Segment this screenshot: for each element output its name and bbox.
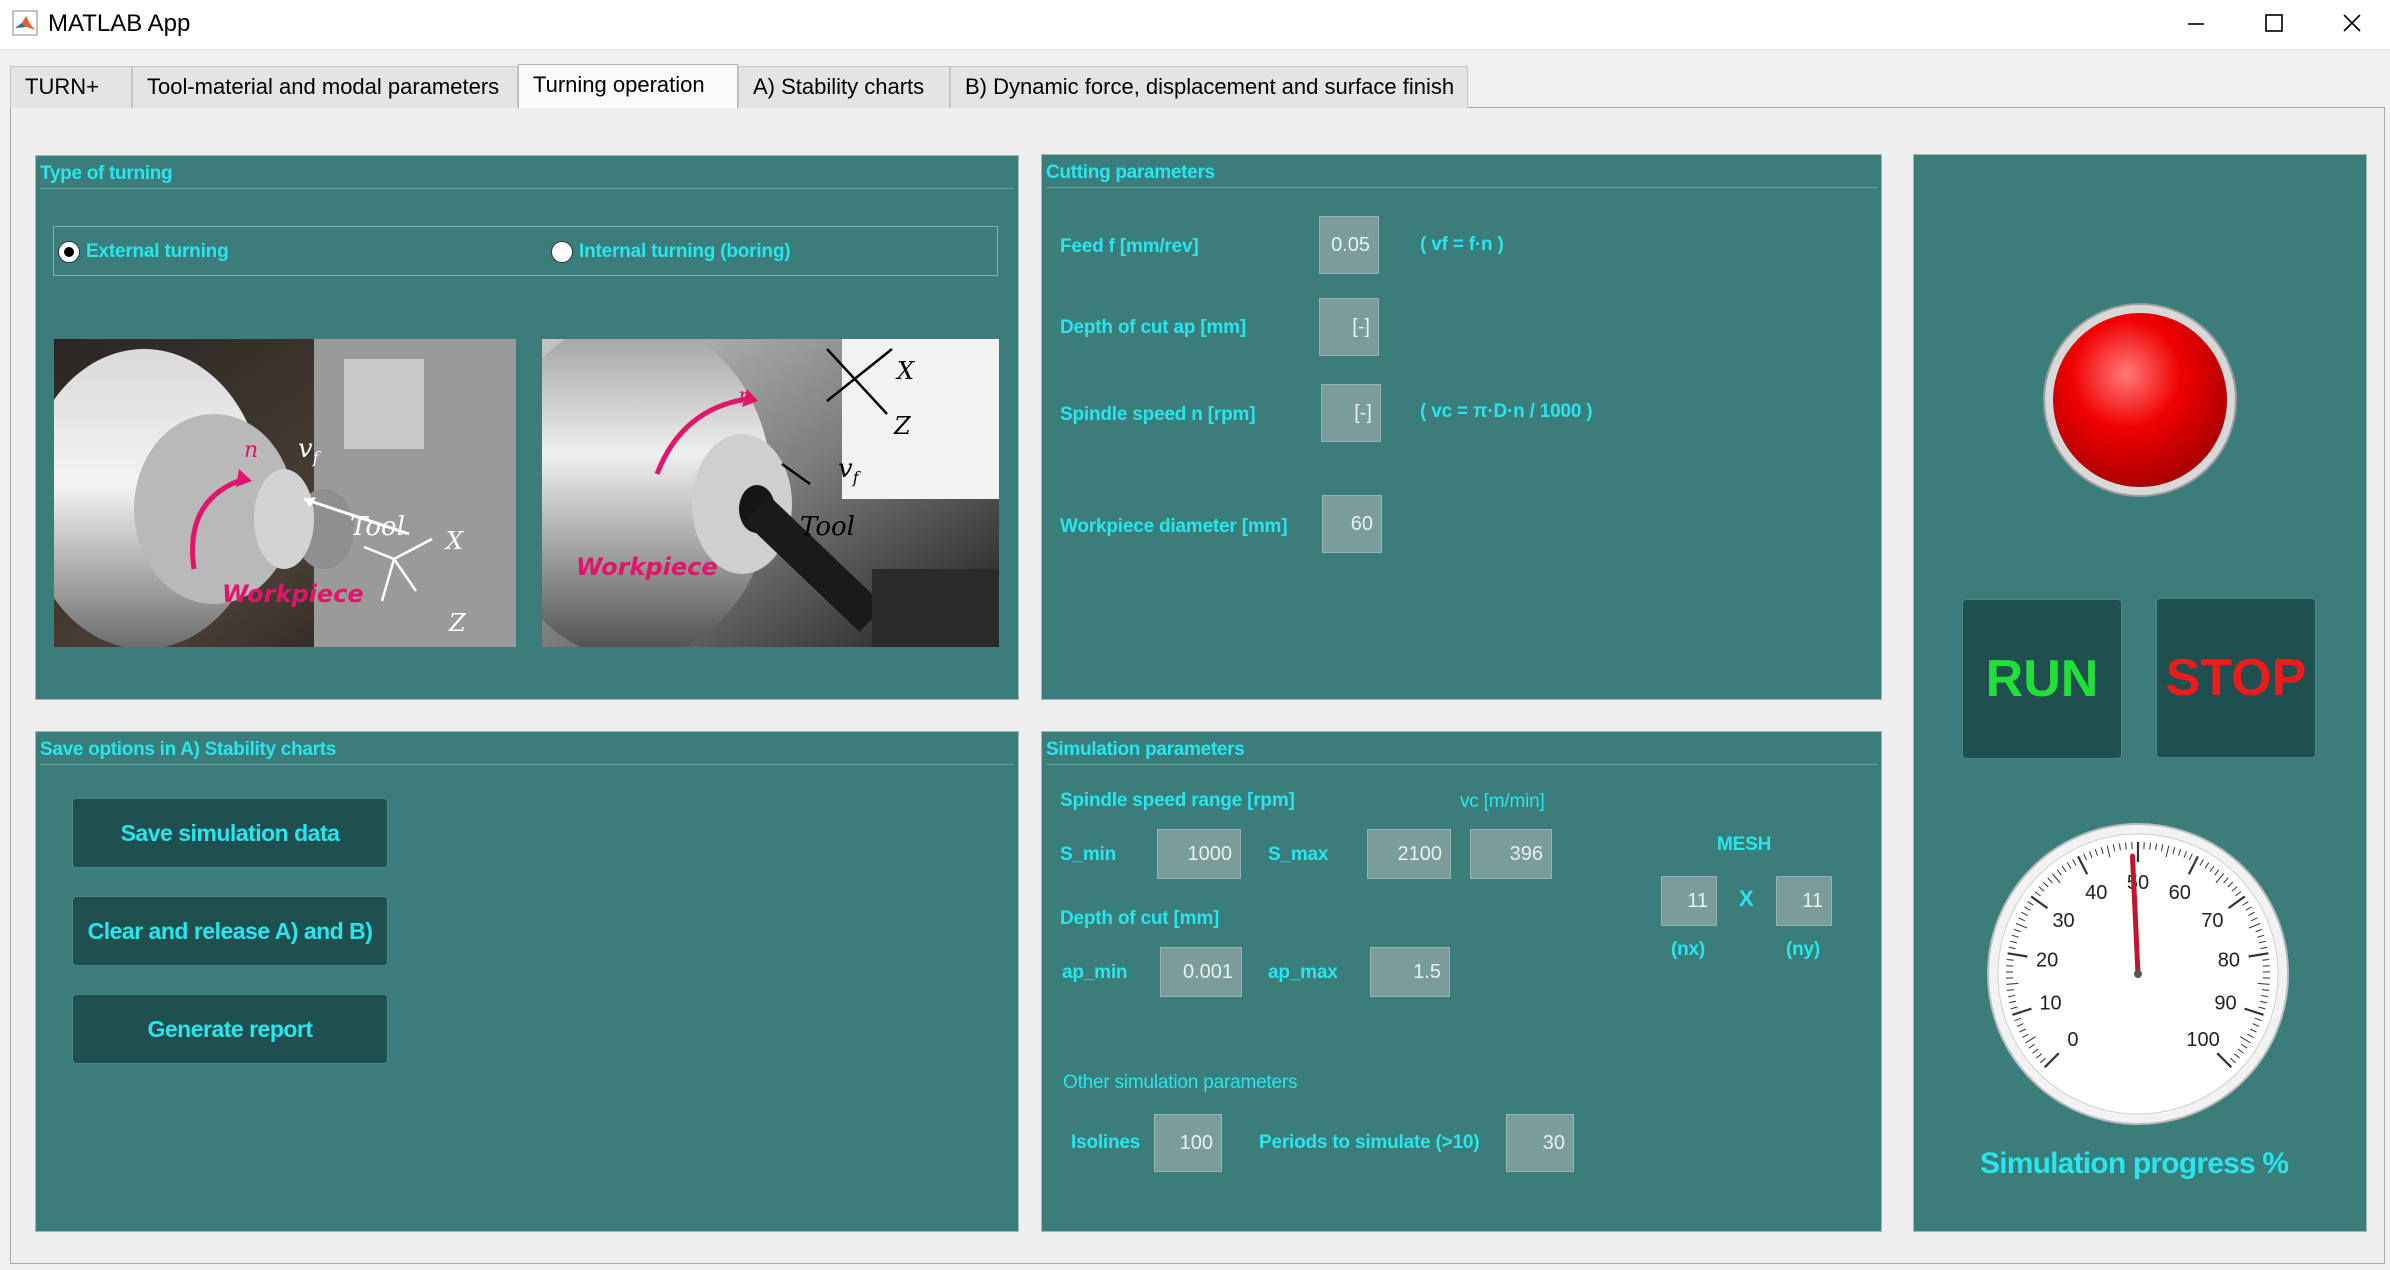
status-lamp-icon bbox=[2043, 303, 2237, 497]
feed-formula: ( vf = f·n ) bbox=[1420, 234, 1504, 255]
progress-gauge: 0 10 20 30 40 50 60 70 80 90 100 bbox=[1987, 823, 2289, 1125]
isolines-field[interactable]: 100 bbox=[1154, 1114, 1222, 1172]
radio-group: External turning Internal turning (borin… bbox=[53, 226, 998, 276]
depth-of-cut-field[interactable]: [-] bbox=[1319, 298, 1379, 356]
cutting-parameters-panel: Cutting parameters Feed f [mm/rev] 0.05 … bbox=[1041, 154, 1882, 700]
tab-dynamic-force[interactable]: B) Dynamic force, displacement and surfa… bbox=[950, 66, 1468, 108]
minimize-icon bbox=[2188, 23, 2204, 25]
n-label: n bbox=[738, 384, 752, 409]
s-max-field[interactable]: 2100 bbox=[1367, 829, 1451, 879]
external-turning-label[interactable]: External turning bbox=[86, 240, 229, 264]
stop-button[interactable]: STOP bbox=[2156, 598, 2316, 758]
s-min-field[interactable]: 1000 bbox=[1157, 829, 1241, 879]
workpiece-diameter-label: Workpiece diameter [mm] bbox=[1060, 516, 1288, 537]
depth-of-cut-label: Depth of cut ap [mm] bbox=[1060, 317, 1246, 338]
tab-bar: TURN+ Tool-material and modal parameters… bbox=[10, 64, 2385, 108]
panel-title: Type of turning bbox=[40, 160, 1014, 189]
spindle-speed-field[interactable]: [-] bbox=[1321, 384, 1381, 442]
clear-and-release-button[interactable]: Clear and release A) and B) bbox=[72, 896, 388, 966]
gauge-tick-label: 50 bbox=[2127, 872, 2149, 894]
depth-range-label: Depth of cut [mm] bbox=[1060, 908, 1220, 929]
periods-label: Periods to simulate (>10) bbox=[1259, 1132, 1480, 1153]
spindle-speed-label: Spindle speed n [rpm] bbox=[1060, 404, 1256, 425]
s-min-label: S_min bbox=[1060, 844, 1117, 865]
gauge-tick-label: 10 bbox=[2039, 992, 2061, 1014]
generate-report-button[interactable]: Generate report bbox=[72, 994, 388, 1064]
z-axis-label: Z bbox=[448, 609, 467, 637]
panel-title: Save options in A) Stability charts bbox=[40, 736, 1014, 765]
internal-turning-label[interactable]: Internal turning (boring) bbox=[579, 240, 791, 264]
save-options-panel: Save options in A) Stability charts Save… bbox=[35, 731, 1019, 1232]
maximize-icon bbox=[2265, 14, 2283, 32]
internal-turning-radio[interactable] bbox=[551, 241, 573, 263]
tab-turning-operation[interactable]: Turning operation bbox=[518, 64, 738, 108]
spindle-formula: ( vc = π·D·n / 1000 ) bbox=[1420, 401, 1593, 422]
z-axis-label: Z bbox=[893, 412, 912, 440]
maximize-button[interactable] bbox=[2236, 0, 2312, 46]
internal-turning-image: n X Z vf Tool Workpiece bbox=[542, 339, 999, 647]
save-simulation-data-button[interactable]: Save simulation data bbox=[72, 798, 388, 868]
gauge-tick-label: 80 bbox=[2218, 950, 2240, 972]
workpiece-label: Workpiece bbox=[222, 580, 364, 608]
ap-min-label: ap_min bbox=[1062, 962, 1128, 983]
gauge-tick bbox=[2125, 842, 2127, 850]
panel-title: Simulation parameters bbox=[1046, 736, 1877, 765]
matlab-logo-icon bbox=[12, 10, 38, 36]
ap-max-field[interactable]: 1.5 bbox=[1370, 947, 1450, 997]
spindle-range-label: Spindle speed range [rpm] bbox=[1060, 790, 1295, 811]
ap-min-field[interactable]: 0.001 bbox=[1160, 947, 1242, 997]
gauge-tick-label: 90 bbox=[2214, 992, 2236, 1014]
n-label: n bbox=[244, 438, 258, 463]
radio-dot bbox=[64, 247, 74, 257]
mesh-x-label: X bbox=[1739, 886, 1754, 911]
external-turning-radio[interactable] bbox=[58, 241, 80, 263]
workpiece-diameter-field[interactable]: 60 bbox=[1322, 495, 1382, 553]
external-turning-image: n vf Tool X Z Workpiece bbox=[54, 339, 516, 647]
other-parameters-label: Other simulation parameters bbox=[1063, 1072, 1298, 1093]
ap-max-label: ap_max bbox=[1268, 962, 1338, 983]
s-max-label: S_max bbox=[1268, 844, 1329, 865]
gauge-tick-label: 20 bbox=[2036, 950, 2058, 972]
tab-tool-material[interactable]: Tool-material and modal parameters bbox=[132, 66, 518, 108]
close-button[interactable] bbox=[2314, 0, 2390, 46]
gauge-tick-label: 60 bbox=[2169, 882, 2191, 904]
mesh-label: MESH bbox=[1717, 834, 1772, 855]
gauge-tick-label: 30 bbox=[2052, 910, 2074, 932]
panel-title: Cutting parameters bbox=[1046, 159, 1877, 188]
nx-label: (nx) bbox=[1671, 939, 1706, 960]
control-panel: RUN STOP 0 10 20 30 40 50 60 70 80 90 100 Simulati… bbox=[1913, 154, 2367, 1232]
gauge-tick-label: 0 bbox=[2067, 1029, 2078, 1051]
isolines-label: Isolines bbox=[1071, 1132, 1141, 1153]
close-icon bbox=[2343, 14, 2361, 32]
simulation-parameters-panel: Simulation parameters Spindle speed rang… bbox=[1041, 731, 1882, 1232]
tool-label: Tool bbox=[800, 512, 855, 542]
workpiece-label: Workpiece bbox=[576, 553, 718, 581]
feed-field[interactable]: 0.05 bbox=[1319, 216, 1379, 274]
type-of-turning-panel: Type of turning External turning Interna… bbox=[35, 155, 1019, 700]
feed-label: Feed f [mm/rev] bbox=[1060, 236, 1199, 257]
gauge-tick-label: 70 bbox=[2201, 910, 2223, 932]
minimize-button[interactable] bbox=[2158, 0, 2234, 46]
vc-field: 396 bbox=[1470, 829, 1552, 879]
tab-turn-plus[interactable]: TURN+ bbox=[10, 66, 132, 108]
simulation-progress-label: Simulation progress % bbox=[1980, 1147, 2289, 1180]
tab-stability-charts[interactable]: A) Stability charts bbox=[738, 66, 950, 108]
x-axis-label: X bbox=[444, 527, 464, 555]
window-title: MATLAB App bbox=[48, 10, 191, 37]
gauge-tick-label: 100 bbox=[2186, 1029, 2219, 1051]
title-bar: MATLAB App bbox=[0, 0, 2390, 50]
tool-label: Tool bbox=[350, 512, 405, 542]
x-axis-label: X bbox=[895, 357, 915, 385]
mesh-nx-field[interactable]: 11 bbox=[1661, 876, 1717, 926]
mesh-ny-field[interactable]: 11 bbox=[1776, 876, 1832, 926]
ny-label: (ny) bbox=[1786, 939, 1821, 960]
vc-label: vc [m/min] bbox=[1460, 791, 1545, 812]
gauge-tick bbox=[2149, 842, 2151, 850]
periods-field[interactable]: 30 bbox=[1506, 1114, 1574, 1172]
gauge-tick-label: 40 bbox=[2085, 882, 2107, 904]
run-button[interactable]: RUN bbox=[1962, 599, 2122, 759]
